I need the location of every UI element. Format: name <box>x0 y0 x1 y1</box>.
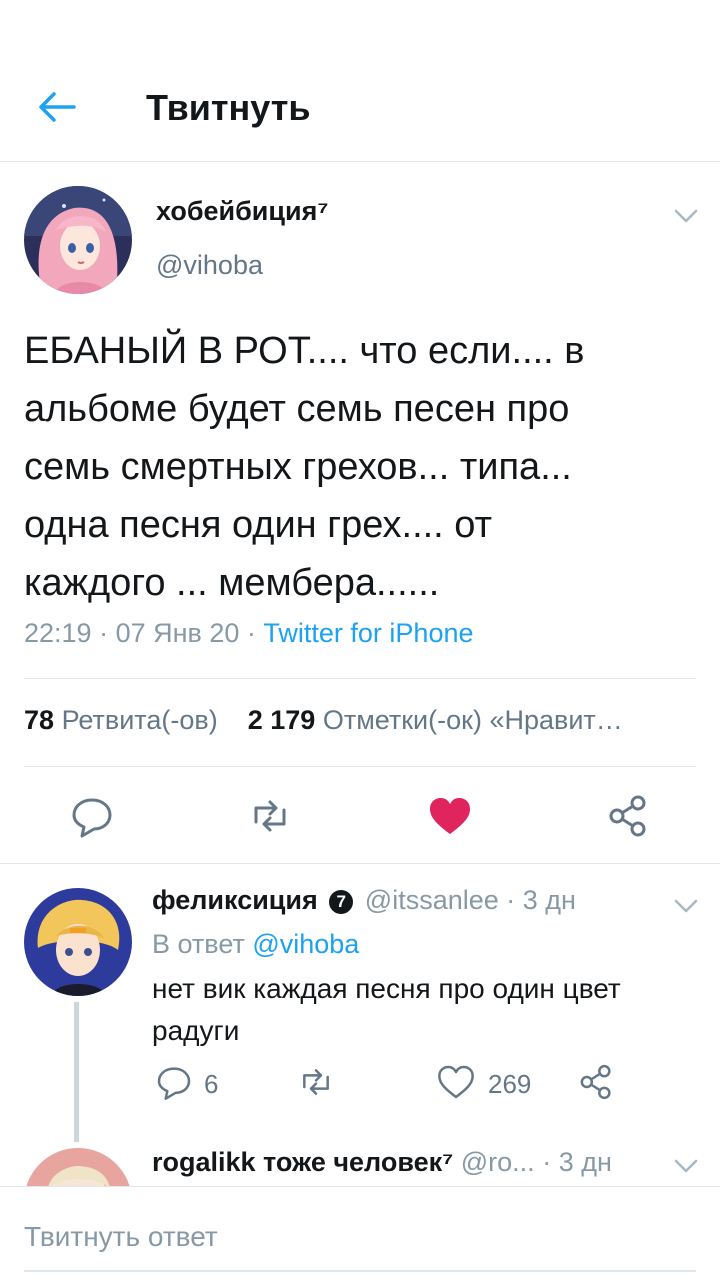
reply2-separator: · <box>534 1147 559 1177</box>
reply-share-button[interactable] <box>576 1062 616 1102</box>
likes-stat[interactable]: 2 179 Отметки(-ок) «Нравит… <box>248 705 623 735</box>
reply2-options-button[interactable] <box>672 1156 700 1176</box>
reply-separator: · <box>498 885 523 915</box>
main-tweet: хобейбиция⁷ @vihoba ЕБАНЫЙ В РОТ.... что… <box>0 162 720 864</box>
reply-author-name[interactable]: феликсиция <box>152 885 318 915</box>
reply-handle[interactable]: @itssanlee <box>365 885 499 915</box>
tweet-text: ЕБАНЫЙ В РОТ.... что если.... в альбоме … <box>24 330 585 604</box>
reply-prefix: В ответ <box>152 929 245 959</box>
retweets-stat[interactable]: 78 Ретвита(-ов) <box>24 705 218 735</box>
badge-icon: 7 <box>329 890 354 914</box>
meta-separator: · <box>91 618 116 648</box>
reply-avatar[interactable] <box>24 888 132 996</box>
chevron-down-icon <box>674 1159 698 1173</box>
retweet-button[interactable] <box>246 792 294 840</box>
likes-label: Отметки(-ок) «Нравит… <box>322 705 623 735</box>
chevron-down-icon <box>674 899 698 913</box>
divider <box>24 678 696 679</box>
reply2-handle[interactable]: @ro... <box>461 1147 535 1177</box>
heart-outline-icon <box>438 1065 474 1099</box>
author-name[interactable]: хобейбиция⁷ <box>156 194 329 228</box>
like-button[interactable] <box>426 792 474 840</box>
thread-line <box>74 1002 79 1142</box>
page-title: Твитнуть <box>146 87 311 128</box>
share-icon <box>580 1064 611 1100</box>
reply-reply-button[interactable] <box>154 1062 194 1102</box>
share-button[interactable] <box>604 792 652 840</box>
reply2-header: rogalikk тоже человек⁷ @ro... · 3 дн <box>152 1144 612 1180</box>
retweet-icon <box>303 1069 329 1095</box>
author-handle[interactable]: @vihoba <box>156 248 263 282</box>
share-icon <box>609 795 646 837</box>
input-underline <box>24 1270 696 1272</box>
compose-bar <box>0 1186 720 1280</box>
tweet-date: 07 Янв 20 <box>115 618 240 648</box>
reply-time: 3 дн <box>522 885 576 915</box>
tweet-stats: 78 Ретвита(-ов) 2 179 Отметки(-ок) «Нрав… <box>24 702 696 738</box>
comment-icon <box>72 798 112 838</box>
heart-filled-icon <box>430 798 470 834</box>
reply-like-button[interactable] <box>436 1062 476 1102</box>
retweets-label: Ретвита(-ов) <box>61 705 218 735</box>
reply2-time: 3 дн <box>558 1147 612 1177</box>
back-button[interactable] <box>30 84 82 130</box>
top-bar: Твитнуть <box>0 0 720 162</box>
divider <box>24 766 696 767</box>
reply-header: феликсиция 7 @itssanlee · 3 дн <box>152 882 576 918</box>
tweet-time: 22:19 <box>24 618 92 648</box>
likes-count: 2 179 <box>247 705 316 735</box>
reply-text: нет вик каждая песня про один цвет радуг… <box>152 973 621 1046</box>
tweet-source[interactable]: Twitter for iPhone <box>263 618 473 648</box>
reply-button[interactable] <box>68 792 116 840</box>
reply-options-button[interactable] <box>672 896 700 916</box>
comment-icon <box>157 1067 191 1100</box>
tweet-options-button[interactable] <box>672 206 700 226</box>
reply-to-link[interactable]: @vihoba <box>252 929 359 959</box>
retweet-icon <box>254 800 286 832</box>
tweet-meta: 22:19 · 07 Янв 20 · Twitter for iPhone <box>24 615 474 651</box>
reply-reply-count: 6 <box>204 1069 219 1099</box>
meta-separator: · <box>239 618 264 648</box>
chevron-down-icon <box>674 209 698 223</box>
reply-context: В ответ @vihoba <box>152 926 359 962</box>
avatar[interactable] <box>24 186 132 294</box>
arrow-left-icon <box>39 92 76 122</box>
reply-retweet-button[interactable] <box>296 1062 336 1102</box>
reply-like-count: 269 <box>488 1069 532 1099</box>
reply2-author-name[interactable]: rogalikk тоже человек⁷ <box>152 1147 453 1177</box>
retweets-count: 78 <box>24 705 55 735</box>
reply-input[interactable] <box>24 1217 696 1257</box>
